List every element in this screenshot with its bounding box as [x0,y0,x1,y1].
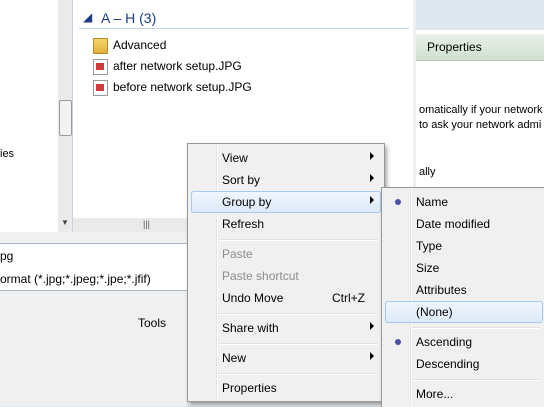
submenu-arrow-icon [370,152,374,160]
menu-item-properties[interactable]: Properties [191,377,381,399]
menu-item-label: Attributes [416,283,467,297]
jpg-file-icon [93,59,108,75]
properties-title-bar[interactable]: Properties [413,34,544,61]
menu-separator [218,313,378,315]
menu-item-label: More... [416,387,454,401]
menu-item-group-by[interactable]: Group by [191,191,381,213]
group-option-type[interactable]: Type [385,235,543,257]
menu-item-share-with[interactable]: Share with [191,317,381,339]
menu-separator [218,343,378,345]
menu-item-paste: Paste [191,243,381,265]
submenu-arrow-icon [370,174,374,182]
scrollbar-grip-icon[interactable]: ||| [143,219,150,229]
group-option-more[interactable]: More... [385,383,543,405]
file-name: before network setup.JPG [113,80,252,94]
radio-selected-icon [395,339,401,345]
menu-item-label: Paste [222,247,253,261]
nav-item-partial[interactable]: ies [0,148,14,160]
menu-item-label: Type [416,239,443,253]
menu-item-label: Descending [416,357,480,371]
menu-item-label: Undo Move [222,291,284,305]
menu-item-sort-by[interactable]: Sort by [191,169,381,191]
nav-vertical-scrollbar[interactable]: ▼ [58,0,73,232]
group-option-size[interactable]: Size [385,257,543,279]
file-name-value: pg [0,249,14,263]
menu-item-undo-move[interactable]: Undo Move Ctrl+Z [191,287,381,309]
file-type-value: ormat (*.jpg;*.jpeg;*.jpe;*.jfif) [0,272,151,286]
menu-item-view[interactable]: View [191,147,381,169]
shortcut-label: Ctrl+Z [332,291,365,305]
menu-item-label: Name [416,195,449,209]
menu-item-label: Sort by [222,173,261,187]
menu-separator [412,327,540,329]
scrollbar-thumb[interactable] [59,100,72,136]
file-name: Advanced [113,38,167,52]
properties-title: Properties [427,40,482,54]
menu-item-refresh[interactable]: Refresh [191,213,381,235]
menu-item-label: Date modified [416,217,491,231]
scroll-down-arrow-icon[interactable]: ▼ [61,218,69,227]
submenu-arrow-icon [370,322,374,330]
folder-icon [93,38,108,54]
menu-item-paste-shortcut: Paste shortcut [191,265,381,287]
menu-item-label: View [222,151,248,165]
submenu-arrow-icon [370,196,374,204]
group-header-label: A – H (3) [101,10,157,26]
jpg-file-icon [93,80,108,96]
context-menu: View Sort by Group by Refresh Paste Past… [187,143,385,402]
menu-item-label: (None) [416,305,453,319]
menu-item-new[interactable]: New [191,347,381,369]
properties-text-line-1: omatically if your network [419,104,543,116]
submenu-arrow-icon [370,352,374,360]
properties-text-line-2: to ask your network admi [419,119,542,131]
group-header[interactable]: ◢ A – H (3) [79,8,409,29]
menu-item-label: Share with [222,321,279,335]
navigation-pane[interactable]: ies [0,0,59,232]
file-name: after network setup.JPG [113,59,242,73]
menu-separator [412,379,540,381]
order-option-ascending[interactable]: Ascending [385,331,543,353]
radio-selected-icon [395,199,401,205]
menu-separator [218,239,378,241]
menu-item-label: Refresh [222,217,265,231]
group-option-none[interactable]: (None) [385,301,543,323]
group-option-date-modified[interactable]: Date modified [385,213,543,235]
group-option-attributes[interactable]: Attributes [385,279,543,301]
order-option-descending[interactable]: Descending [385,353,543,375]
properties-text-line-3: ally [419,166,436,178]
menu-item-label: New [222,351,247,365]
collapse-chevron-icon[interactable]: ◢ [83,10,92,24]
menu-item-label: Size [416,261,440,275]
menu-item-label: Paste shortcut [222,269,299,283]
menu-separator [218,373,378,375]
group-by-submenu: Name Date modified Type Size Attributes … [381,187,544,407]
menu-item-label: Group by [222,195,272,209]
tools-button[interactable]: Tools [138,316,166,330]
group-option-name[interactable]: Name [385,191,543,213]
menu-item-label: Ascending [416,335,473,349]
menu-item-label: Properties [222,381,277,395]
